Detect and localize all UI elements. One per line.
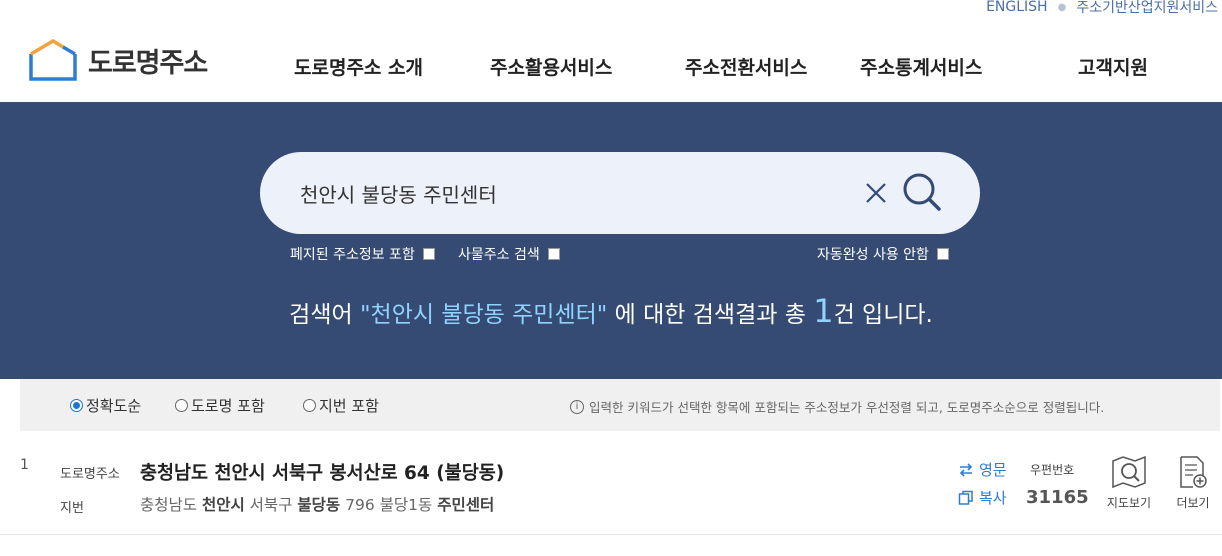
clear-icon[interactable] [863, 180, 889, 206]
nav-item-intro[interactable]: 도로명주소 소개 [294, 53, 423, 80]
sort-road-name[interactable]: 도로명 포함 [175, 395, 265, 416]
radio-icon[interactable] [175, 399, 188, 412]
map-search-icon [1112, 455, 1146, 489]
jibun-part: 796 불당1동 [340, 496, 438, 514]
result-summary: 검색어 "천안시 불당동 주민센터" 에 대한 검색결과 총 1건 입니다. [0, 292, 1222, 330]
road-address-label: 도로명주소 [60, 467, 120, 482]
autocomplete-label: 자동완성 사용 안함 [817, 247, 929, 263]
result-number: 1 [20, 457, 29, 473]
nav-item-conversion[interactable]: 주소전환서비스 [685, 53, 807, 80]
object-address-checkbox[interactable] [547, 248, 560, 260]
search-box [260, 152, 980, 234]
jibun-address: 충청남도 천안시 서북구 불당동 796 불당1동 주민센터 [140, 493, 494, 515]
abolished-option[interactable]: 폐지된 주소정보 포함 [290, 244, 435, 264]
jibun-part: 서북구 [244, 496, 298, 514]
search-options: 폐지된 주소정보 포함 사물주소 검색 자동완성 사용 안함 [0, 244, 1222, 264]
search-input[interactable] [300, 152, 840, 234]
sort-road-name-label: 도로명 포함 [191, 397, 265, 415]
map-view-button[interactable]: 지도보기 [1099, 455, 1159, 511]
sort-accuracy-label: 정확도순 [86, 397, 142, 415]
sort-note: i 입력한 키워드가 선택한 항목에 포함되는 주소정보가 우선정렬 되고, 도… [570, 397, 1104, 416]
result-keyword: "천안시 불당동 주민센터" [359, 302, 608, 328]
info-icon: i [570, 399, 584, 414]
abolished-option-label: 폐지된 주소정보 포함 [290, 247, 415, 263]
document-plus-icon [1180, 456, 1207, 488]
radio-selected-icon[interactable] [70, 399, 83, 412]
sort-note-text: 입력한 키워드가 선택한 항목에 포함되는 주소정보가 우선정렬 되고, 도로명… [589, 400, 1105, 415]
radio-icon[interactable] [303, 399, 316, 412]
copy-icon [958, 490, 973, 505]
jibun-highlight: 불당동 [297, 496, 341, 514]
zip-code: 31165 [1026, 487, 1089, 508]
nav-item-utilization[interactable]: 주소활용서비스 [490, 53, 612, 80]
sort-jibun-label: 지번 포함 [319, 397, 379, 415]
result-row: 1 도로명주소 충청남도 천안시 서북구 봉서산로 64 (불당동) 지번 충청… [0, 431, 1222, 535]
result-count: 1 [813, 292, 834, 330]
result-mid: 에 대한 검색결과 총 [607, 302, 814, 328]
main-nav: 도로명주소 소개 주소활용서비스 주소전환서비스 주소통계서비스 고객지원 [0, 53, 1222, 83]
more-button[interactable]: 더보기 [1163, 455, 1222, 511]
map-view-label: 지도보기 [1106, 496, 1152, 510]
zip-label: 우편번호 [1030, 463, 1075, 477]
object-address-label: 사물주소 검색 [458, 247, 540, 263]
search-icon[interactable] [900, 170, 944, 214]
more-label: 더보기 [1176, 496, 1210, 510]
jibun-highlight: 주민센터 [437, 496, 495, 514]
sort-jibun[interactable]: 지번 포함 [303, 395, 379, 416]
result-prefix: 검색어 [289, 302, 360, 328]
autocomplete-checkbox[interactable] [936, 248, 949, 260]
site-header: 도로명주소 도로명주소 소개 주소활용서비스 주소전환서비스 주소통계서비스 고… [0, 0, 1222, 102]
swap-arrows-icon [959, 462, 973, 477]
road-address: 충청남도 천안시 서북구 봉서산로 64 (불당동) [140, 463, 505, 484]
jibun-label: 지번 [60, 501, 84, 516]
english-address-button[interactable]: 영문 [958, 459, 1007, 480]
copy-button[interactable]: 복사 [958, 487, 1007, 508]
english-label: 영문 [979, 461, 1007, 479]
autocomplete-option[interactable]: 자동완성 사용 안함 [817, 244, 949, 264]
jibun-highlight: 천안시 [201, 496, 245, 514]
object-address-option[interactable]: 사물주소 검색 [458, 244, 560, 264]
search-hero: 폐지된 주소정보 포함 사물주소 검색 자동완성 사용 안함 검색어 "천안시 … [0, 102, 1222, 379]
abolished-checkbox[interactable] [422, 248, 435, 260]
sort-bar: 정확도순 도로명 포함 지번 포함 i 입력한 키워드가 선택한 항목에 포함되… [20, 379, 1220, 431]
result-suffix: 건 입니다. [833, 302, 933, 328]
jibun-part: 충청남도 [140, 496, 202, 514]
nav-item-support[interactable]: 고객지원 [1078, 53, 1148, 80]
nav-item-statistics[interactable]: 주소통계서비스 [860, 53, 982, 80]
copy-label: 복사 [979, 489, 1007, 507]
sort-accuracy[interactable]: 정확도순 [70, 395, 141, 416]
